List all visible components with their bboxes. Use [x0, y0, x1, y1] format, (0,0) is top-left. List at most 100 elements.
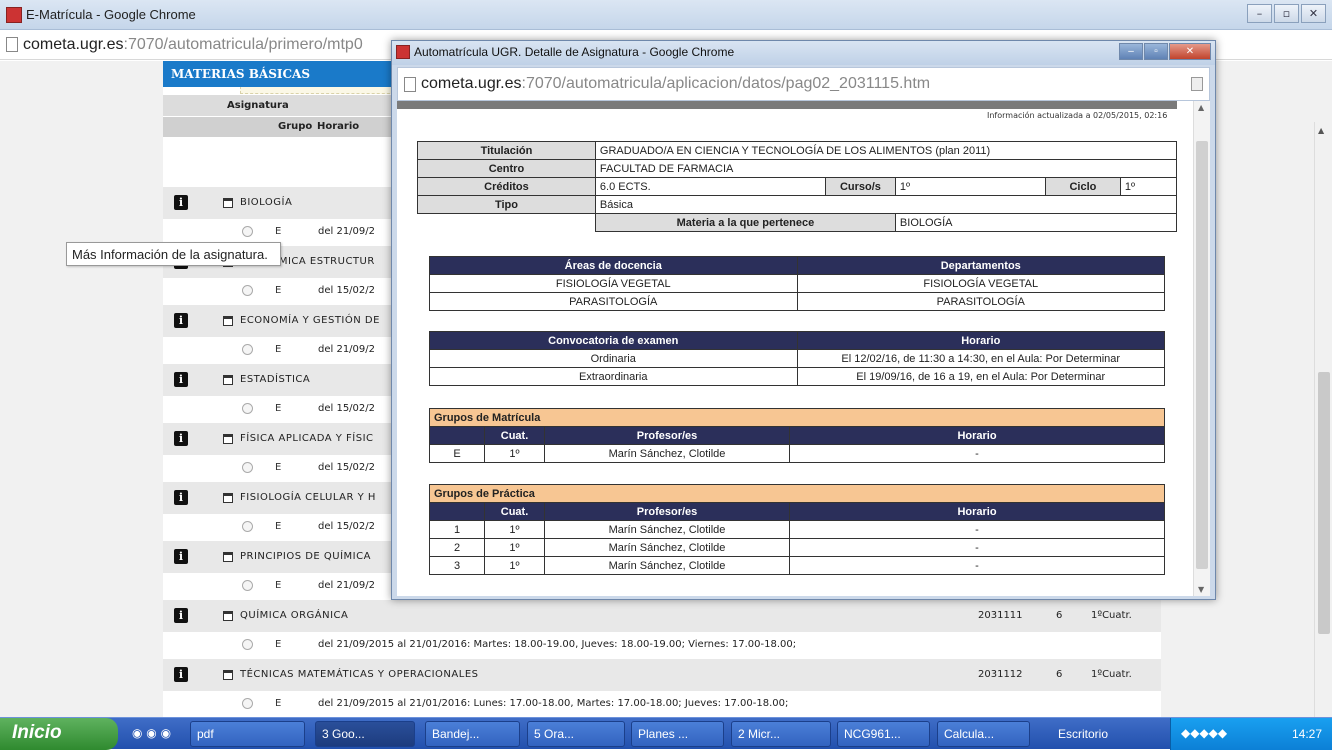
subject-row: i QUÍMICA ORGÁNICA 2031111 6 1ºCuatr.: [163, 600, 1161, 632]
group-radio[interactable]: [242, 344, 253, 355]
info-icon[interactable]: i: [174, 490, 188, 505]
url-host: cometa.ugr.es: [23, 35, 124, 53]
group-schedule: del 15/02/2: [318, 403, 376, 414]
group-label: E: [275, 226, 282, 237]
popup-scroll-up-icon[interactable]: ▲: [1198, 103, 1204, 112]
column-header: Asignatura: [163, 95, 397, 116]
group-row: Edel 21/09/2015 al 21/01/2016: Martes: 1…: [163, 633, 1161, 658]
centro-label: Centro: [417, 159, 596, 178]
escritorio-label[interactable]: Escritorio: [1058, 727, 1108, 741]
calendar-icon: [223, 670, 233, 680]
info-icon[interactable]: i: [174, 313, 188, 328]
taskbar-item-chrome[interactable]: 3 Goo...: [315, 721, 415, 747]
group-radio[interactable]: [242, 403, 253, 414]
quicklaunch-icons[interactable]: ◉ ◉ ◉: [132, 726, 171, 740]
gm-prof-cell: Marín Sánchez, Clotilde: [544, 444, 790, 463]
info-icon[interactable]: i: [174, 608, 188, 623]
popup-address-bar[interactable]: cometa.ugr.es:7070/automatricula/aplicac…: [397, 67, 1210, 101]
info-icon[interactable]: i: [174, 549, 188, 564]
popup-scroll-down-icon[interactable]: ▼: [1198, 585, 1204, 594]
info-icon[interactable]: i: [174, 195, 188, 210]
gm-group-cell: E: [429, 444, 485, 463]
popup-maximize-button[interactable]: ▫: [1144, 43, 1168, 60]
subject-name: FÍSICA APLICADA Y FÍSIC: [240, 433, 374, 444]
popup-app-icon: [396, 45, 410, 59]
group-radio[interactable]: [242, 462, 253, 473]
scroll-thumb[interactable]: [1318, 372, 1330, 634]
info-icon[interactable]: i: [174, 431, 188, 446]
titulacion-label: Titulación: [417, 141, 596, 160]
popup-scroll-thumb[interactable]: [1196, 141, 1208, 569]
gp-group-header: [429, 502, 485, 521]
popup-scrollbar[interactable]: ▲ ▼: [1193, 101, 1210, 596]
group-radio[interactable]: [242, 521, 253, 532]
group-schedule: del 21/09/2: [318, 226, 376, 237]
table-row: 1 1º Marín Sánchez, Clotilde -: [429, 520, 1165, 539]
subject-row: i TÉCNICAS MATEMÁTICAS Y OPERACIONALES 203…: [163, 659, 1161, 691]
gp-prof-cell: Marín Sánchez, Clotilde: [544, 520, 790, 539]
popup-body: Información actualizada a 02/05/2015, 02…: [397, 101, 1210, 596]
gp-cuat-cell: 1º: [484, 556, 545, 575]
gm-cuat-header: Cuat.: [484, 426, 545, 445]
gm-prof-header: Profesor/es: [544, 426, 790, 445]
gp-horario-header: Horario: [789, 502, 1165, 521]
subject-code: 2031111: [978, 610, 1023, 621]
subject-info-table: Titulación GRADUADO/A EN CIENCIA Y TECNO…: [417, 141, 1178, 232]
gp-prof-header: Profesor/es: [544, 502, 790, 521]
group-radio[interactable]: [242, 639, 253, 650]
ciclo-value: 1º: [1119, 177, 1178, 196]
gp-horario-cell: -: [789, 556, 1165, 575]
taskbar-item-oracle[interactable]: 5 Ora...: [527, 721, 625, 747]
tipo-label: Tipo: [417, 195, 596, 214]
popup-minimize-button[interactable]: –: [1119, 43, 1143, 60]
calendar-icon: [223, 493, 233, 503]
dept-cell: PARASITOLOGÍA: [796, 292, 1165, 311]
scroll-up-icon[interactable]: ▲: [1318, 126, 1324, 135]
gm-group-header: [429, 426, 485, 445]
start-button[interactable]: Inicio: [0, 718, 118, 750]
taskbar-item-ncg[interactable]: NCG961...: [837, 721, 930, 747]
group-row: Edel 21/09/2015 al 21/01/2016: Lunes: 17…: [163, 692, 1161, 717]
info-icon[interactable]: i: [174, 372, 188, 387]
section-title: MATERIAS BÁSICAS: [163, 61, 398, 87]
subject-name: FISIOLOGÍA CELULAR Y H: [240, 492, 376, 503]
col-horario: Horario: [317, 121, 360, 132]
gp-cuat-cell: 1º: [484, 538, 545, 557]
exam-horario-header: Horario: [796, 331, 1165, 350]
subject-cuatrimestre: 1ºCuatr.: [1091, 669, 1132, 680]
info-icon[interactable]: i: [174, 667, 188, 682]
subject-name: ESTADÍSTICA: [240, 374, 311, 385]
gp-prof-cell: Marín Sánchez, Clotilde: [544, 538, 790, 557]
taskbar-item-pdf[interactable]: pdf: [190, 721, 305, 747]
centro-value: FACULTAD DE FARMACIA: [594, 159, 1178, 178]
calendar-icon: [223, 316, 233, 326]
group-radio[interactable]: [242, 698, 253, 709]
taskbar-item-word[interactable]: 2 Micr...: [731, 721, 831, 747]
subject-cuatrimestre: 1ºCuatr.: [1091, 610, 1132, 621]
subject-name: TÉCNICAS MATEMÁTICAS Y OPERACIONALES: [240, 669, 479, 680]
group-radio[interactable]: [242, 285, 253, 296]
group-radio[interactable]: [242, 226, 253, 237]
popup-page-action-icon[interactable]: [1191, 77, 1203, 91]
gp-group-cell: 2: [429, 538, 485, 557]
gp-horario-cell: -: [789, 520, 1165, 539]
subject-name: PRINCIPIOS DE QUÍMICA: [240, 551, 371, 562]
minimize-button[interactable]: –: [1247, 4, 1272, 23]
maximize-button[interactable]: ▫: [1274, 4, 1299, 23]
gp-group-cell: 3: [429, 556, 485, 575]
page-scrollbar[interactable]: ▲ ▼: [1314, 122, 1332, 717]
popup-close-button[interactable]: ✕: [1169, 43, 1211, 60]
taskbar-item-planes[interactable]: Planes ...: [631, 721, 724, 747]
taskbar-item-calc[interactable]: Calcula...: [937, 721, 1030, 747]
subject-code: 2031112: [978, 669, 1023, 680]
close-button[interactable]: ✕: [1301, 4, 1326, 23]
conv-cell: Extraordinaria: [429, 367, 798, 386]
gp-cuat-header: Cuat.: [484, 502, 545, 521]
group-label: E: [275, 403, 282, 414]
group-radio[interactable]: [242, 580, 253, 591]
taskbar-item-bandeja[interactable]: Bandej...: [425, 721, 520, 747]
popup-title: Automatrícula UGR. Detalle de Asignatura…: [414, 45, 735, 59]
updated-note: Información actualizada a 02/05/2015, 02…: [987, 111, 1168, 120]
calendar-icon: [223, 375, 233, 385]
tray-icons[interactable]: ◆◆◆◆◆: [1181, 726, 1227, 740]
